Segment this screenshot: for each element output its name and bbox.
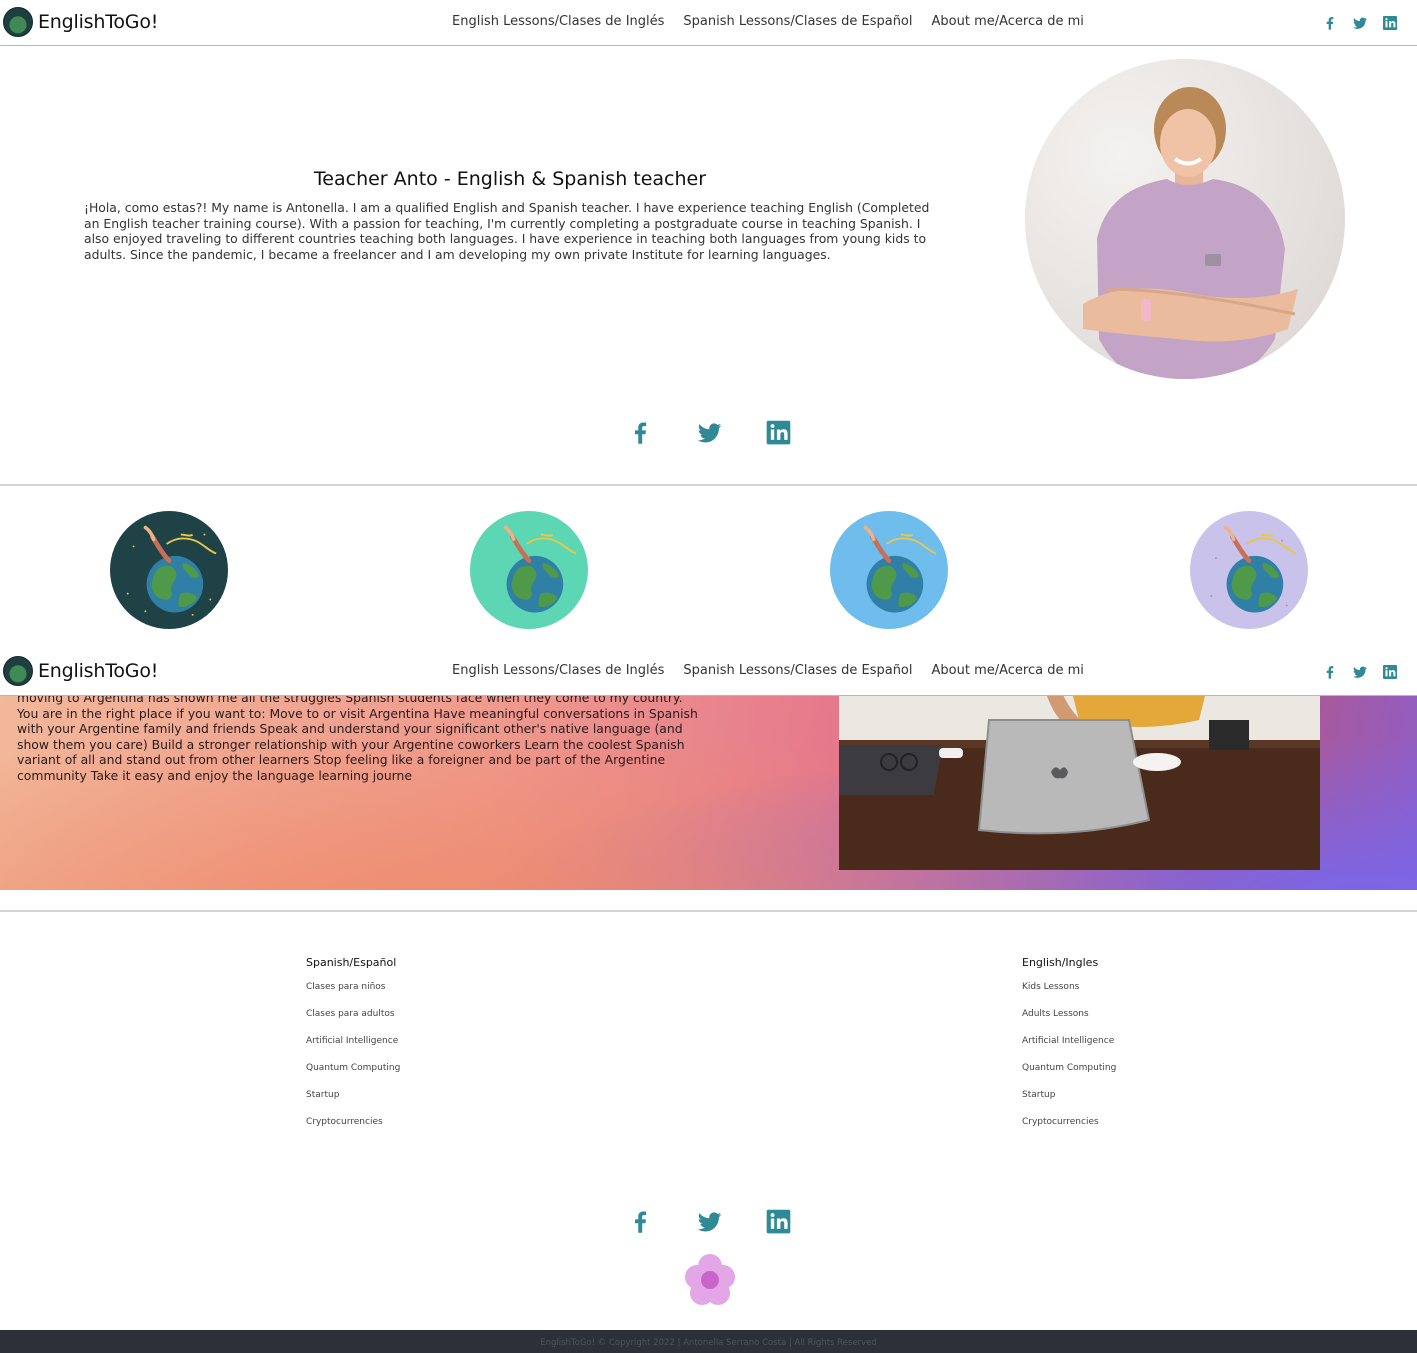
linkedin-icon[interactable] — [765, 1208, 792, 1235]
facebook-icon[interactable] — [1322, 15, 1338, 31]
hero-social — [627, 419, 792, 446]
footer-link[interactable]: Kids Lessons — [1022, 981, 1116, 1008]
footer-column-spanish: Spanish/Español Clases para niños Clases… — [306, 956, 400, 1143]
footer-social — [627, 1208, 792, 1235]
nav-social — [1322, 664, 1398, 680]
footer-link[interactable]: Artificial Intelligence — [306, 1035, 400, 1062]
nav-links: English Lessons/Clases de Inglés Spanish… — [452, 14, 1084, 29]
brand-logo — [3, 656, 33, 686]
footer-heading: Spanish/Español — [306, 956, 397, 969]
nav-link-spanish-lessons[interactable]: Spanish Lessons/Clases de Español — [683, 663, 912, 678]
twitter-icon[interactable] — [696, 419, 723, 446]
sticky-navbar: EnglishToGo! English Lessons/Clases de I… — [0, 649, 1417, 696]
copyright-bar: EnglishToGo! © Copyright 2022 | Antonell… — [0, 1330, 1417, 1353]
footer-link[interactable]: Adults Lessons — [1022, 1008, 1116, 1035]
badge-spanish-mint[interactable] — [470, 511, 588, 629]
brand-name: EnglishToGo! — [38, 660, 159, 682]
nav-link-english-lessons[interactable]: English Lessons/Clases de Inglés — [452, 14, 664, 29]
footer-link[interactable]: Startup — [306, 1089, 400, 1116]
section-divider — [0, 484, 1417, 486]
brand[interactable]: EnglishToGo! — [3, 656, 158, 686]
section-divider — [0, 910, 1417, 912]
hero-title: Teacher Anto - English & Spanish teacher — [313, 168, 707, 190]
badge-english-dark[interactable] — [110, 511, 228, 629]
brand-logo — [3, 7, 33, 37]
footer-link[interactable]: Clases para adultos — [306, 1008, 400, 1035]
hero-text: ¡Hola, como estas?! My name is Antonella… — [84, 200, 930, 262]
footer-link[interactable]: Quantum Computing — [306, 1062, 400, 1089]
footer-heading: English/Ingles — [1022, 956, 1099, 969]
footer-link[interactable]: Cryptocurrencies — [306, 1116, 400, 1143]
nav-links: English Lessons/Clases de Inglés Spanish… — [452, 663, 1084, 678]
twitter-icon[interactable] — [1352, 664, 1368, 680]
nav-social — [1322, 15, 1398, 31]
flower-icon — [683, 1253, 737, 1307]
badge-spanish-lilac[interactable] — [1190, 511, 1308, 629]
nav-link-spanish-lessons[interactable]: Spanish Lessons/Clases de Español — [683, 14, 912, 29]
footer-column-english: English/Ingles Kids Lessons Adults Lesso… — [1022, 956, 1116, 1143]
facebook-icon[interactable] — [1322, 664, 1338, 680]
footer-link[interactable]: Artificial Intelligence — [1022, 1035, 1116, 1062]
laptop-photo — [839, 680, 1320, 870]
facebook-icon[interactable] — [627, 419, 654, 446]
footer-link[interactable]: Quantum Computing — [1022, 1062, 1116, 1089]
nav-link-about-me[interactable]: About me/Acerca de mi — [932, 14, 1084, 29]
nav-link-about-me[interactable]: About me/Acerca de mi — [932, 663, 1084, 678]
brand-name: EnglishToGo! — [38, 11, 159, 33]
spanish-intro-text: moving to Argentina has shown me all the… — [17, 690, 698, 783]
brand[interactable]: EnglishToGo! — [3, 7, 158, 37]
twitter-icon[interactable] — [696, 1208, 723, 1235]
badge-spanish-blue[interactable] — [830, 511, 948, 629]
copyright-text: EnglishToGo! © Copyright 2022 | Antonell… — [540, 1338, 877, 1348]
nav-link-english-lessons[interactable]: English Lessons/Clases de Inglés — [452, 663, 664, 678]
linkedin-icon[interactable] — [765, 419, 792, 446]
linkedin-icon[interactable] — [1382, 664, 1398, 680]
footer-link[interactable]: Cryptocurrencies — [1022, 1116, 1116, 1143]
top-navbar: EnglishToGo! English Lessons/Clases de I… — [0, 0, 1417, 46]
teacher-portrait — [1025, 59, 1345, 379]
facebook-icon[interactable] — [627, 1208, 654, 1235]
footer-link[interactable]: Startup — [1022, 1089, 1116, 1116]
twitter-icon[interactable] — [1352, 15, 1368, 31]
footer-link[interactable]: Clases para niños — [306, 981, 400, 1008]
linkedin-icon[interactable] — [1382, 15, 1398, 31]
